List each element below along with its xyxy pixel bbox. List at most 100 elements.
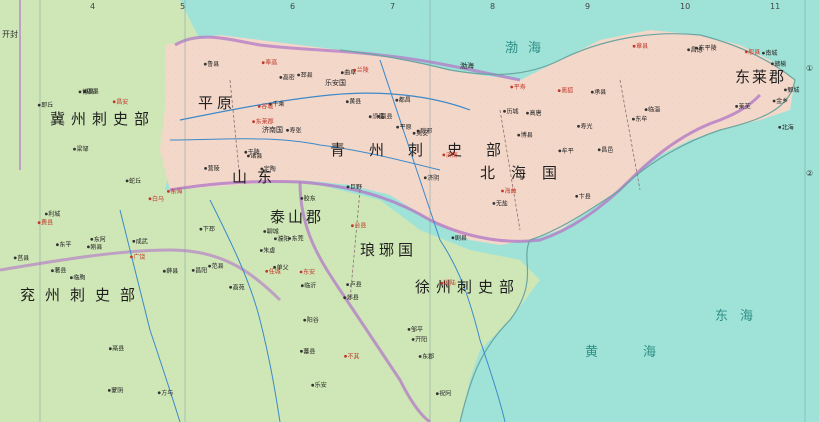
city-dot [130, 255, 133, 259]
city-dot [300, 284, 304, 288]
city-label: 胶东 [304, 194, 316, 202]
city-dot [353, 68, 357, 72]
city-dot [510, 85, 514, 89]
city-dot [412, 131, 416, 135]
city-label: 蕃县 [303, 347, 315, 355]
city-label: 刚县 [90, 243, 102, 251]
city-dot [199, 227, 203, 231]
grid-num-9: 9 [585, 2, 590, 11]
city-dot [440, 281, 444, 285]
city-dot [503, 109, 506, 113]
city-label: 博昌 [82, 88, 94, 96]
city-label: 利城 [48, 210, 60, 218]
city-dot [345, 100, 349, 104]
city-label: 莱芜 [739, 102, 751, 110]
region-ji: 冀州刺史部 [50, 110, 155, 128]
city-dot [346, 185, 350, 189]
city-dot [762, 51, 765, 55]
city-dot [203, 62, 207, 66]
city-dot [418, 355, 422, 358]
region-beihai: 北海国 [480, 164, 573, 182]
city-label: 昌邑 [601, 147, 613, 154]
city-label: 莒县 [17, 254, 29, 262]
city-dot [451, 236, 455, 240]
city-label: 昌安 [116, 98, 128, 106]
city-dot [407, 328, 411, 331]
city-dot [13, 256, 17, 260]
city-label: 巨野 [350, 183, 362, 191]
city-dot [162, 269, 166, 273]
grid-num-7: 7 [390, 2, 395, 11]
city-dot [771, 62, 774, 66]
city-dot [132, 239, 136, 243]
city-label: 无盐 [496, 199, 508, 207]
city-dot [632, 44, 636, 48]
city-label: 昌虑 [691, 46, 703, 54]
city-label: 东海 [170, 187, 182, 195]
city-label: 乐安 [315, 381, 327, 389]
city-dot [299, 270, 303, 274]
city-dot [191, 269, 195, 272]
city-dot [107, 389, 111, 392]
city-dot [772, 99, 776, 103]
city-label: 南城 [765, 49, 777, 57]
city-label: 著县 [54, 267, 66, 275]
city-dot [229, 285, 233, 289]
city-label: 祝阿 [439, 390, 451, 398]
city-label: 卞县 [579, 192, 591, 200]
city-label: 须昌 [372, 113, 384, 121]
city-label: 邳县 [301, 71, 313, 79]
city-label: 千乘 [272, 100, 284, 108]
city-dot [247, 154, 250, 158]
city-label: 不其 [348, 352, 360, 360]
city-label: 卢县 [350, 281, 362, 289]
city-dot [279, 76, 283, 79]
city-dot [252, 120, 256, 124]
region-jinan: 济南国 [262, 125, 283, 134]
city-dot [257, 105, 261, 108]
city-dot [265, 269, 269, 273]
city-label: 开阳 [415, 336, 427, 344]
grid-num-4: 4 [90, 2, 95, 11]
city-dot [644, 108, 648, 111]
city-dot [442, 153, 446, 157]
city-dot [423, 176, 427, 180]
city-label: 济南 [446, 151, 458, 159]
city-dot [411, 338, 415, 341]
city-label: 般县 [748, 48, 760, 56]
city-label: 东安 [303, 268, 315, 276]
city-label: 蛇丘 [129, 177, 141, 185]
city-dot [208, 264, 212, 268]
city-label: 鲁县 [207, 60, 219, 68]
city-dot [311, 383, 315, 387]
city-dot [784, 88, 787, 92]
region-donglai: 东莱郡 [735, 68, 786, 86]
map: 4 5 6 7 8 9 10 11 开封 ① ② 渤海 东海 黄海 冀州刺史部 … [0, 0, 819, 422]
city-dot [44, 212, 48, 216]
city-label: 郯县 [347, 294, 359, 302]
city-label: 梁邹 [77, 145, 89, 153]
city-label: 即丘 [41, 102, 53, 109]
city-label: 谷城 [261, 102, 273, 110]
city-dot [435, 392, 439, 396]
city-dot [261, 61, 265, 65]
grid-num-5: 5 [180, 2, 185, 11]
city-label: 章县 [636, 42, 648, 50]
city-dot [501, 189, 504, 193]
city-dot [351, 224, 354, 228]
city-label: 蒙阴 [111, 386, 123, 394]
city-dot [557, 89, 561, 92]
city-label: 高唐 [530, 109, 542, 117]
city-dot [300, 197, 304, 200]
city-dot [56, 243, 59, 247]
region-pingyuan: 平原 [198, 94, 236, 112]
city-dot [590, 90, 594, 94]
city-dot [744, 50, 748, 54]
city-dot [274, 237, 277, 241]
city-dot [396, 125, 399, 129]
city-dot [51, 269, 54, 273]
region-yan: 兖州刺史部 [20, 286, 145, 304]
city-dot [273, 265, 276, 269]
map-canvas: 4 5 6 7 8 9 10 11 开封 ① ② 渤海 东海 黄海 冀州刺史部 … [0, 0, 819, 422]
city-label: 临淄 [648, 106, 660, 114]
